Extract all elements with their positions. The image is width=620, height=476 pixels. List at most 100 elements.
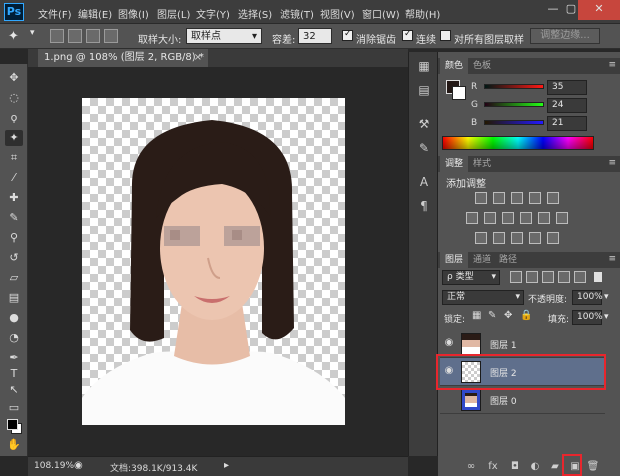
panel-menu-icon[interactable]: ≡: [608, 158, 616, 168]
menu-edit[interactable]: 编辑(E): [78, 6, 112, 21]
menu-view[interactable]: 视图(V): [320, 6, 355, 21]
filter-type-icon[interactable]: [542, 271, 554, 283]
b-value[interactable]: 21: [547, 116, 587, 131]
pen-tool-icon[interactable]: ✒: [5, 350, 23, 366]
canvas-area[interactable]: [28, 67, 408, 456]
crop-tool-icon[interactable]: ⌗: [5, 150, 23, 166]
contiguous-checkbox[interactable]: [402, 29, 413, 41]
tab-paths[interactable]: 路径: [494, 252, 522, 268]
brightness-icon[interactable]: [475, 192, 487, 204]
chevron-down-icon[interactable]: ▾: [30, 28, 35, 38]
lock-transparent-icon[interactable]: ▦: [472, 310, 481, 321]
eraser-tool-icon[interactable]: ▱: [5, 270, 23, 286]
fx-icon[interactable]: fx: [486, 460, 500, 474]
type-tool-icon[interactable]: T: [5, 366, 23, 382]
blur-tool-icon[interactable]: ●: [5, 310, 23, 326]
hand-tool-icon[interactable]: ✋: [5, 437, 23, 453]
menu-select[interactable]: 选择(S): [238, 6, 272, 21]
invert-icon[interactable]: [475, 232, 487, 244]
new-selection-icon[interactable]: [50, 29, 64, 43]
sample-size-select[interactable]: 取样点 ▾: [186, 28, 262, 44]
zoom-level[interactable]: 108.19%: [34, 461, 74, 471]
tab-layers[interactable]: 图层: [440, 252, 469, 268]
menu-window[interactable]: 窗口(W): [362, 6, 400, 21]
black-white-icon[interactable]: [502, 212, 514, 224]
brush-panel-icon[interactable]: ✎: [416, 140, 432, 156]
subtract-selection-icon[interactable]: [86, 29, 100, 43]
tab-color[interactable]: 颜色: [440, 58, 469, 74]
lock-all-icon[interactable]: 🔒: [520, 310, 532, 321]
layer-row-layer-0[interactable]: 图层 0: [440, 386, 605, 414]
path-selection-tool-icon[interactable]: ↖: [5, 382, 23, 398]
filter-shape-icon[interactable]: [558, 271, 570, 283]
foreground-color-swatch[interactable]: [7, 419, 18, 430]
eye-hidden-icon[interactable]: [443, 393, 455, 405]
menu-layer[interactable]: 图层(L): [157, 6, 190, 21]
gradient-tool-icon[interactable]: ▤: [5, 290, 23, 306]
status-menu-icon[interactable]: ◉: [74, 460, 83, 471]
intersect-selection-icon[interactable]: [104, 29, 118, 43]
document-tab[interactable]: 1.png @ 108% (图层 2, RGB/8) * ×: [38, 49, 208, 67]
r-slider[interactable]: [484, 84, 544, 89]
lock-position-icon[interactable]: ✥: [504, 310, 512, 321]
antialias-checkbox[interactable]: [342, 29, 353, 41]
filter-pixel-icon[interactable]: [510, 271, 522, 283]
refine-edge-button[interactable]: 调整边缘...: [530, 28, 600, 44]
tool-presets-icon[interactable]: ⚒: [416, 116, 432, 132]
document-canvas[interactable]: [82, 98, 345, 425]
menu-help[interactable]: 帮助(H): [405, 6, 440, 21]
color-lookup-icon[interactable]: [556, 212, 568, 224]
trash-icon[interactable]: 🗑: [586, 460, 600, 474]
layer-name[interactable]: 图层 1: [490, 338, 517, 351]
layer-name[interactable]: 图层 0: [490, 394, 517, 407]
background-color-chip[interactable]: [452, 86, 466, 100]
adjustment-layer-icon[interactable]: ◐: [528, 460, 542, 474]
b-slider[interactable]: [484, 120, 544, 125]
menu-image[interactable]: 图像(I): [118, 6, 149, 21]
eye-icon[interactable]: ◉: [443, 337, 455, 349]
panel-menu-icon[interactable]: ≡: [608, 254, 616, 264]
group-folder-icon[interactable]: ▰: [548, 460, 562, 474]
exposure-icon[interactable]: [529, 192, 541, 204]
status-arrow-icon[interactable]: ▸: [224, 460, 229, 471]
blend-mode-select[interactable]: 正常 ▾: [442, 290, 524, 305]
move-tool-icon[interactable]: ✥: [5, 70, 23, 86]
menu-file[interactable]: 文件(F): [38, 6, 72, 21]
curves-icon[interactable]: [511, 192, 523, 204]
menu-filter[interactable]: 滤镜(T): [280, 6, 314, 21]
lasso-tool-icon[interactable]: ϙ: [5, 110, 23, 126]
marquee-tool-icon[interactable]: ◌: [5, 90, 23, 106]
sample-all-layers-checkbox[interactable]: [440, 30, 451, 41]
add-selection-icon[interactable]: [68, 29, 82, 43]
history-brush-tool-icon[interactable]: ↺: [5, 250, 23, 266]
channel-mixer-icon[interactable]: [538, 212, 550, 224]
filter-adjustment-icon[interactable]: [526, 271, 538, 283]
chevron-down-icon[interactable]: ▾: [604, 312, 609, 322]
fill-input[interactable]: 100%: [572, 310, 603, 325]
tab-channels[interactable]: 通道: [468, 252, 496, 268]
eyedropper-tool-icon[interactable]: ⁄: [5, 170, 23, 186]
add-mask-icon[interactable]: ◘: [508, 460, 522, 474]
threshold-icon[interactable]: [511, 232, 523, 244]
magic-wand-preset-icon[interactable]: ✦: [8, 29, 19, 44]
menu-type[interactable]: 文字(Y): [196, 6, 230, 21]
clone-stamp-tool-icon[interactable]: ⚲: [5, 230, 23, 246]
g-slider[interactable]: [484, 102, 544, 107]
filter-smart-object-icon[interactable]: [574, 271, 586, 283]
hue-saturation-icon[interactable]: [466, 212, 478, 224]
healing-brush-tool-icon[interactable]: ✚: [5, 190, 23, 206]
tab-adjustments[interactable]: 调整: [440, 156, 469, 172]
r-value[interactable]: 35: [547, 80, 587, 95]
rectangle-tool-icon[interactable]: ▭: [5, 400, 23, 416]
close-icon[interactable]: ×: [194, 49, 202, 67]
brush-tool-icon[interactable]: ✎: [5, 210, 23, 226]
levels-icon[interactable]: [493, 192, 505, 204]
g-value[interactable]: 24: [547, 98, 587, 113]
tab-styles[interactable]: 样式: [468, 156, 496, 172]
gradient-map-icon[interactable]: [529, 232, 541, 244]
color-balance-icon[interactable]: [484, 212, 496, 224]
photo-filter-icon[interactable]: [520, 212, 532, 224]
opacity-input[interactable]: 100%: [572, 290, 603, 305]
character-panel-icon[interactable]: A: [416, 174, 432, 190]
panel-menu-icon[interactable]: ≡: [608, 60, 616, 70]
